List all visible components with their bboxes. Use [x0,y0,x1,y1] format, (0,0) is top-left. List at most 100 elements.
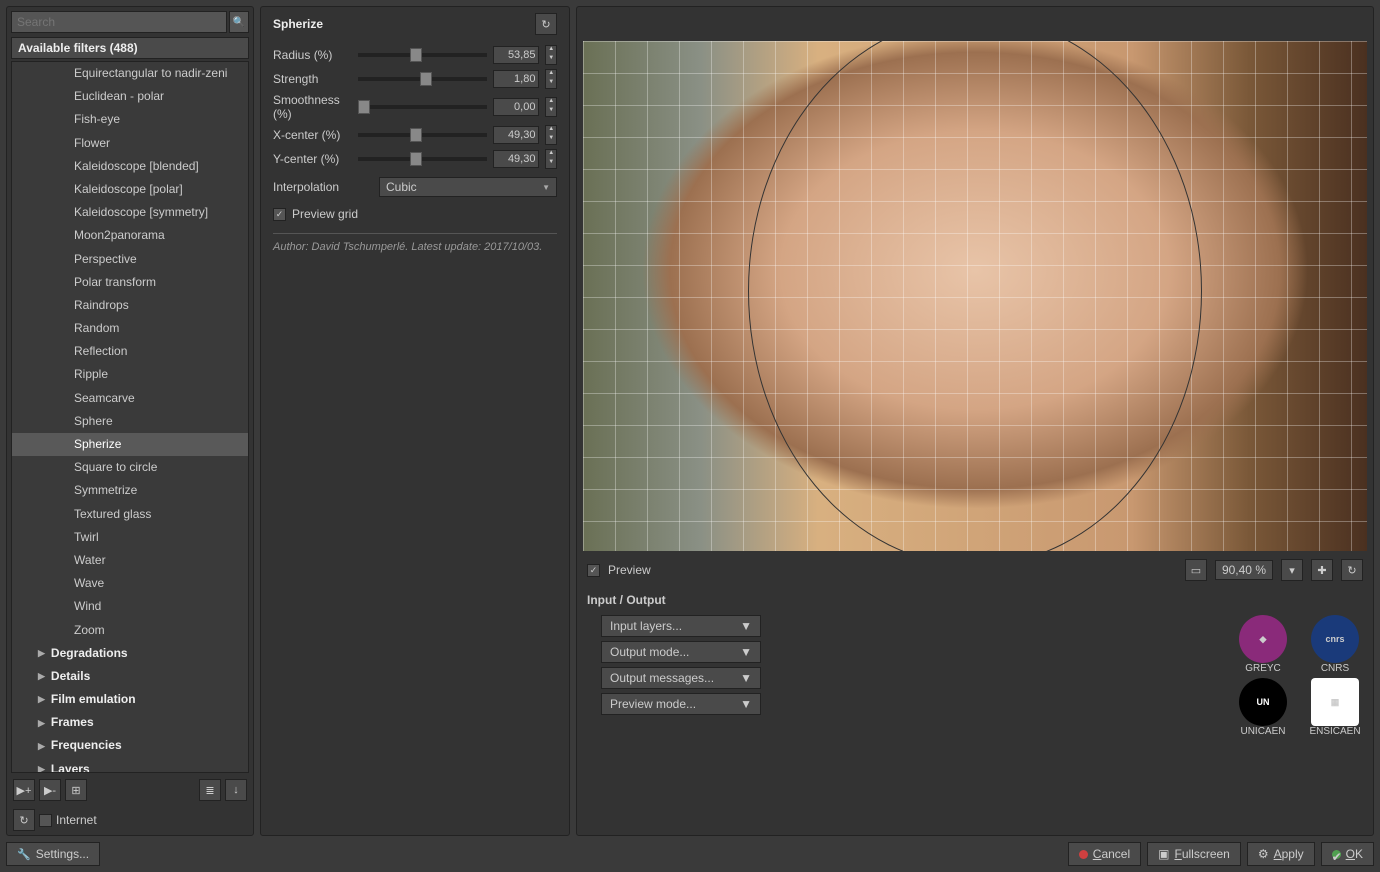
param-label: Radius (%) [273,48,352,62]
add-fav-icon[interactable]: ▶+ [13,779,35,801]
param-slider[interactable] [358,133,487,137]
tree-item[interactable]: Seamcarve [12,387,248,410]
tree-item[interactable]: Kaleidoscope [blended] [12,155,248,178]
interpolation-dropdown[interactable]: Cubic ▼ [379,177,557,197]
search-icon[interactable]: 🔍 [229,11,249,33]
record-icon [1079,850,1088,859]
param-spinner[interactable]: ▲▼ [545,45,557,65]
tree-item[interactable]: Kaleidoscope [symmetry] [12,201,248,224]
chevron-right-icon: ▶ [38,762,45,773]
output-messages-dropdown[interactable]: Output messages...▼ [601,667,761,689]
greyc-logo-icon: ◆ [1239,615,1287,663]
reset-params-icon[interactable]: ↻ [535,13,557,35]
filter-meta: Author: David Tschumperlé. Latest update… [273,240,557,255]
chevron-down-icon: ▼ [740,645,752,659]
tree-item[interactable]: Perspective [12,248,248,271]
settings-button[interactable]: 🔧Settings... [6,842,100,866]
tree-item[interactable]: Twirl [12,526,248,549]
param-value[interactable] [493,150,539,168]
download-icon[interactable]: ↓ [225,779,247,801]
sponsor-logos: ◆GREYC cnrsCNRS UNUNICAEN ▦ENSICAEN [1231,615,1367,737]
param-value[interactable] [493,98,539,116]
tree-category[interactable]: ▶Frames [12,711,248,734]
zoom-fit-icon[interactable]: ✚ [1311,559,1333,581]
param-spinner[interactable]: ▲▼ [545,149,557,169]
tree-item[interactable]: Textured glass [12,503,248,526]
preview-checkbox[interactable]: ✓ [587,564,600,577]
chevron-down-icon: ▼ [740,619,752,633]
tree-item[interactable]: Spherize [12,433,248,456]
tree-category[interactable]: ▶Details [12,665,248,688]
tree-item[interactable]: Flower [12,132,248,155]
tree-item[interactable]: Ripple [12,363,248,386]
tree-item[interactable]: Zoom [12,619,248,642]
preview-mode-dropdown[interactable]: Preview mode...▼ [601,693,761,715]
tree-item[interactable]: Euclidean - polar [12,85,248,108]
param-value[interactable] [493,46,539,64]
interpolation-label: Interpolation [273,180,373,194]
params-panel: Spherize ↻ Radius (%)▲▼Strength▲▼Smoothn… [260,6,570,836]
tree-item[interactable]: Water [12,549,248,572]
tree-item[interactable]: Wind [12,595,248,618]
ok-icon: ✔ [1332,850,1341,859]
param-spinner[interactable]: ▲▼ [545,97,557,117]
param-label: Y-center (%) [273,152,352,166]
tree-item[interactable]: Reflection [12,340,248,363]
param-label: Smoothness (%) [273,93,352,121]
filter-title: Spherize [273,17,323,31]
tree-item[interactable]: Sphere [12,410,248,433]
remove-fav-icon[interactable]: ▶- [39,779,61,801]
fullscreen-icon: ▣ [1158,847,1169,861]
tree-category[interactable]: ▶Layers [12,758,248,773]
tree-item[interactable]: Random [12,317,248,340]
input-layers-dropdown[interactable]: Input layers...▼ [601,615,761,637]
refresh-filters-icon[interactable]: ↻ [13,809,35,831]
internet-checkbox[interactable] [39,814,52,827]
io-title: Input / Output [587,593,1367,607]
param-slider[interactable] [358,157,487,161]
preview-image[interactable] [583,41,1367,551]
param-label: X-center (%) [273,128,352,142]
unicaen-logo-icon: UN [1239,678,1287,726]
tree-category[interactable]: ▶Degradations [12,642,248,665]
tree-item[interactable]: Symmetrize [12,479,248,502]
internet-label: Internet [56,813,97,827]
tree-item[interactable]: Raindrops [12,294,248,317]
tree-item[interactable]: Equirectangular to nadir-zeni [12,62,248,85]
film-icon[interactable]: ⊞ [65,779,87,801]
cancel-button[interactable]: Cancel [1068,842,1141,866]
apply-button[interactable]: ⚙Apply [1247,842,1315,866]
chevron-down-icon: ▼ [740,697,752,711]
filters-tree[interactable]: Equirectangular to nadir-zeniEuclidean -… [11,61,249,773]
zoom-value[interactable]: 90,40 % [1215,560,1273,580]
ok-button[interactable]: ✔OK [1321,842,1374,866]
zoom-mode-icon[interactable]: ▭ [1185,559,1207,581]
param-spinner[interactable]: ▲▼ [545,125,557,145]
refresh-preview-icon[interactable]: ↻ [1341,559,1363,581]
param-value[interactable] [493,70,539,88]
preview-panel: ✓ Preview ▭ 90,40 % ▾ ✚ ↻ Input / Output… [576,6,1374,836]
param-slider[interactable] [358,105,487,109]
param-spinner[interactable]: ▲▼ [545,69,557,89]
tree-item[interactable]: Fish-eye [12,108,248,131]
tree-item[interactable]: Polar transform [12,271,248,294]
preview-grid-label: Preview grid [292,207,358,221]
tree-item[interactable]: Moon2panorama [12,224,248,247]
tree-category[interactable]: ▶Film emulation [12,688,248,711]
fullscreen-button[interactable]: ▣Fullscreen [1147,842,1241,866]
collapse-icon[interactable]: ≣ [199,779,221,801]
output-mode-dropdown[interactable]: Output mode...▼ [601,641,761,663]
tree-category[interactable]: ▶Frequencies [12,734,248,757]
chevron-down-icon[interactable]: ▾ [1281,559,1303,581]
filters-header[interactable]: Available filters (488) [11,37,249,59]
search-input[interactable] [11,11,227,33]
chevron-right-icon: ▶ [38,692,45,706]
preview-grid-checkbox[interactable]: ✓ [273,208,286,221]
param-value[interactable] [493,126,539,144]
gear-icon: ⚙ [1258,847,1269,861]
param-slider[interactable] [358,53,487,57]
tree-item[interactable]: Square to circle [12,456,248,479]
tree-item[interactable]: Kaleidoscope [polar] [12,178,248,201]
param-slider[interactable] [358,77,487,81]
tree-item[interactable]: Wave [12,572,248,595]
